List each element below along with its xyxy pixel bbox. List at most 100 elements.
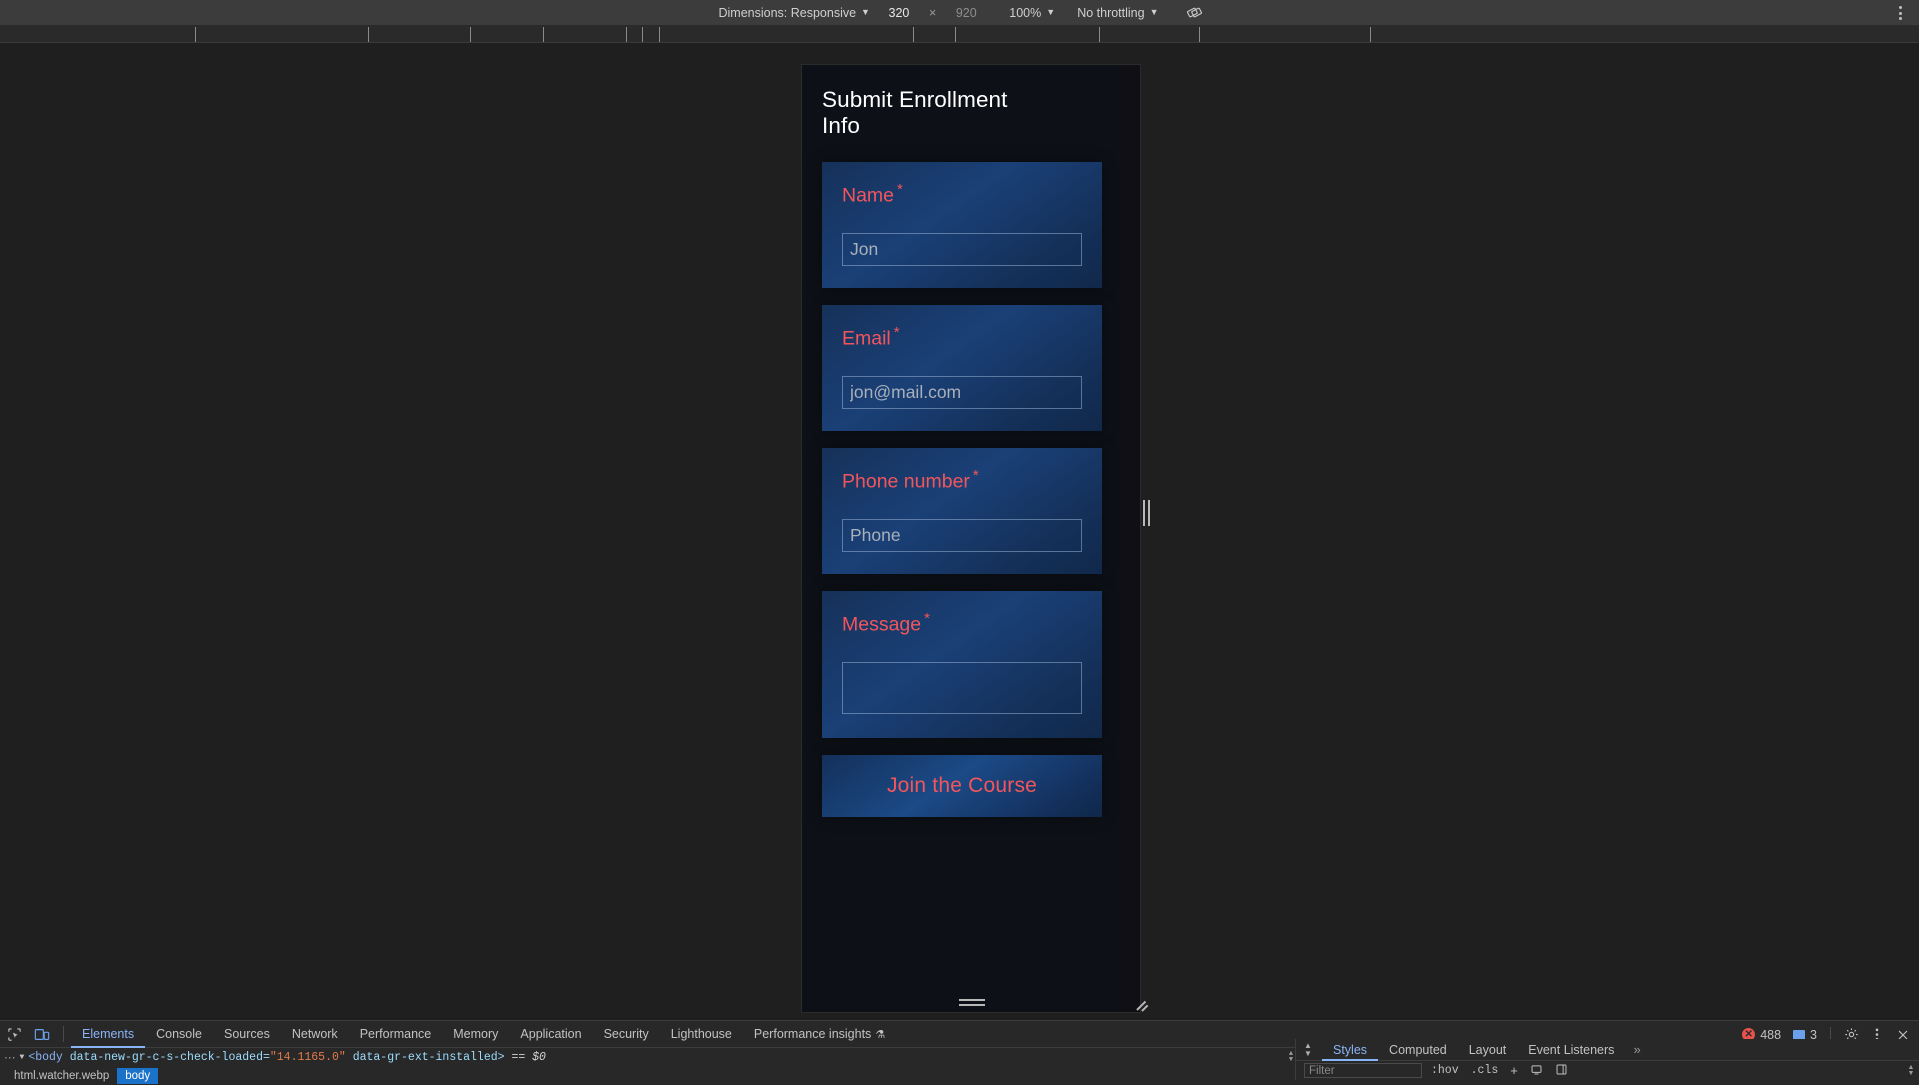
tab-label: Elements (82, 1027, 135, 1041)
toggle-element-sidebar-icon[interactable] (1552, 1063, 1571, 1079)
ruler-tick (642, 27, 643, 42)
devtools-tab-performance[interactable]: Performance (349, 1021, 443, 1048)
tab-label: Sources (223, 1027, 270, 1041)
dimensions-group: Dimensions: Responsive ▼ × 100% ▼ No thr… (712, 3, 1206, 23)
required-asterisk: * (897, 181, 903, 199)
devtools-tab-sources[interactable]: Sources (213, 1021, 281, 1048)
rotate-device-icon[interactable] (1183, 3, 1207, 23)
styles-scroll-arrows[interactable]: ▲ ▼ (1300, 1040, 1316, 1060)
styles-filter-input[interactable] (1304, 1063, 1422, 1078)
emulated-page: Submit Enrollment Info Name*Email*Phone … (802, 65, 1122, 1012)
toolbar-more-options-icon[interactable] (1889, 2, 1911, 24)
viewport-width-resize-handle[interactable] (1142, 497, 1150, 529)
devtools-tabs: Elements Console Sources Network Performance… (71, 1021, 896, 1048)
ruler-tick (626, 27, 627, 42)
dom-overflow-dots[interactable]: ⋯ (4, 1050, 17, 1065)
styles-tab-layout[interactable]: Layout (1458, 1039, 1518, 1061)
new-style-rule-icon[interactable]: + (1507, 1063, 1521, 1078)
device-toolbar-icon[interactable] (28, 1021, 56, 1047)
field-label-text: Message (842, 613, 922, 636)
ruler-tick (659, 27, 660, 42)
field-label-text: Name (842, 184, 895, 207)
field-label-text: Email (842, 327, 891, 350)
styles-tabs-overflow-icon[interactable]: » (1625, 1042, 1648, 1057)
ruler-tick (470, 27, 471, 42)
field-label-text: Phone number (842, 470, 970, 493)
devtools-tab-lighthouse[interactable]: Lighthouse (660, 1021, 743, 1048)
phone-input[interactable] (842, 519, 1082, 552)
devtools-tab-console[interactable]: Console (145, 1021, 213, 1048)
device-frame: Submit Enrollment Info Name*Email*Phone … (802, 65, 1140, 1012)
experiment-flask-icon: ⚗ (875, 1028, 886, 1041)
chevron-down-icon: ▼ (1046, 7, 1056, 17)
dom-attribute-name-1: data-new-gr-c-s-check-loaded= (69, 1050, 270, 1064)
ruler-tick (1370, 27, 1371, 42)
tab-label: Lighthouse (670, 1027, 732, 1041)
viewport-height-resize-handle[interactable] (934, 996, 1010, 1008)
tab-label: Network (291, 1027, 338, 1041)
join-the-course-button[interactable]: Join the Course (822, 754, 1102, 817)
devtools-tab-security[interactable]: Security (593, 1021, 660, 1048)
viewport-height-input[interactable] (943, 3, 990, 22)
required-asterisk: * (924, 610, 930, 627)
required-asterisk: * (972, 467, 979, 485)
devtools-tab-memory[interactable]: Memory (442, 1021, 509, 1048)
devtools-tab-network[interactable]: Network (281, 1021, 349, 1048)
field-card-phone: Phone number * (822, 448, 1102, 574)
ruler-tick (195, 27, 196, 42)
styles-tab-computed[interactable]: Computed (1378, 1039, 1458, 1061)
dimension-separator: × (928, 5, 937, 20)
ruler-tick (543, 27, 544, 42)
field-label-phone: Phone number * (842, 467, 1082, 493)
emulated-viewport-stage: Submit Enrollment Info Name*Email*Phone … (0, 43, 1919, 1020)
toolbar-divider (63, 1026, 64, 1042)
dom-attribute-name-2: data-gr-ext-installed> (352, 1050, 505, 1064)
breadcrumb-item[interactable]: html.watcher.webp (6, 1068, 117, 1084)
ruler-tick (1099, 27, 1100, 42)
ruler-tick (1199, 27, 1200, 42)
message-input[interactable] (842, 661, 1082, 714)
field-label-name: Name * (842, 181, 1082, 207)
tab-label: Memory (453, 1027, 499, 1041)
enrollment-form: Name*Email*Phone number*Message* (822, 162, 1102, 738)
styles-sidebar-tabs: Styles Computed Layout Event Listeners» (1296, 1039, 1919, 1061)
styles-pane-scroll-arrows[interactable]: ▲ ▼ (1905, 1062, 1917, 1079)
field-card-message: Message * (822, 591, 1102, 738)
devtools-tab-application[interactable]: Application (509, 1021, 592, 1048)
devtools-tab-performance-insights[interactable]: Performance insights ⚗ (743, 1021, 896, 1048)
chevron-down-icon: ▼ (861, 7, 870, 17)
zoom-dropdown[interactable]: 100% ▼ (1003, 4, 1061, 22)
devtools-tab-elements[interactable]: Elements (71, 1021, 145, 1048)
styles-tab-event-listeners[interactable]: Event Listeners (1517, 1039, 1625, 1061)
field-label-email: Email * (842, 324, 1082, 350)
field-card-email: Email * (822, 305, 1102, 432)
throttling-label: No throttling (1077, 5, 1145, 20)
dom-expand-triangle-icon[interactable]: ▼ (20, 1053, 25, 1062)
viewport-width-input[interactable] (875, 3, 922, 22)
page-title: Submit Enrollment Info (822, 87, 1008, 139)
tab-label: Performance (359, 1027, 432, 1041)
dimensions-label: Dimensions: Responsive (718, 5, 857, 20)
tab-label: Console (156, 1027, 202, 1041)
field-card-name: Name * (822, 162, 1102, 289)
throttling-dropdown[interactable]: No throttling ▼ (1071, 4, 1164, 22)
breadcrumb-item[interactable]: body (117, 1067, 159, 1084)
force-state-button[interactable]: :hov (1428, 1064, 1462, 1077)
message-icon (1793, 1029, 1806, 1040)
viewport-ruler[interactable] (0, 26, 1919, 43)
email-input[interactable] (842, 376, 1082, 410)
name-input[interactable] (842, 233, 1082, 267)
dom-tag-open: <body (28, 1050, 63, 1064)
submit-button-label: Join the Course (886, 773, 1038, 797)
element-classes-button[interactable]: .cls (1468, 1064, 1502, 1077)
computed-styles-icon[interactable] (1527, 1063, 1546, 1079)
dom-console-ref: $0 (532, 1050, 546, 1064)
styles-tab-styles[interactable]: Styles (1322, 1039, 1378, 1061)
device-emulation-toolbar: Dimensions: Responsive ▼ × 100% ▼ No thr… (0, 0, 1919, 26)
tab-label: Application (520, 1027, 582, 1041)
dom-attribute-value-1: "14.1165.0" (269, 1050, 346, 1064)
styles-toolbar: :hov .cls + ▲▼ (1296, 1061, 1919, 1080)
dimensions-dropdown[interactable]: Dimensions: Responsive ▼ (712, 4, 875, 22)
viewport-corner-resize-handle[interactable] (1135, 996, 1153, 1014)
inspect-element-icon[interactable] (0, 1021, 28, 1047)
